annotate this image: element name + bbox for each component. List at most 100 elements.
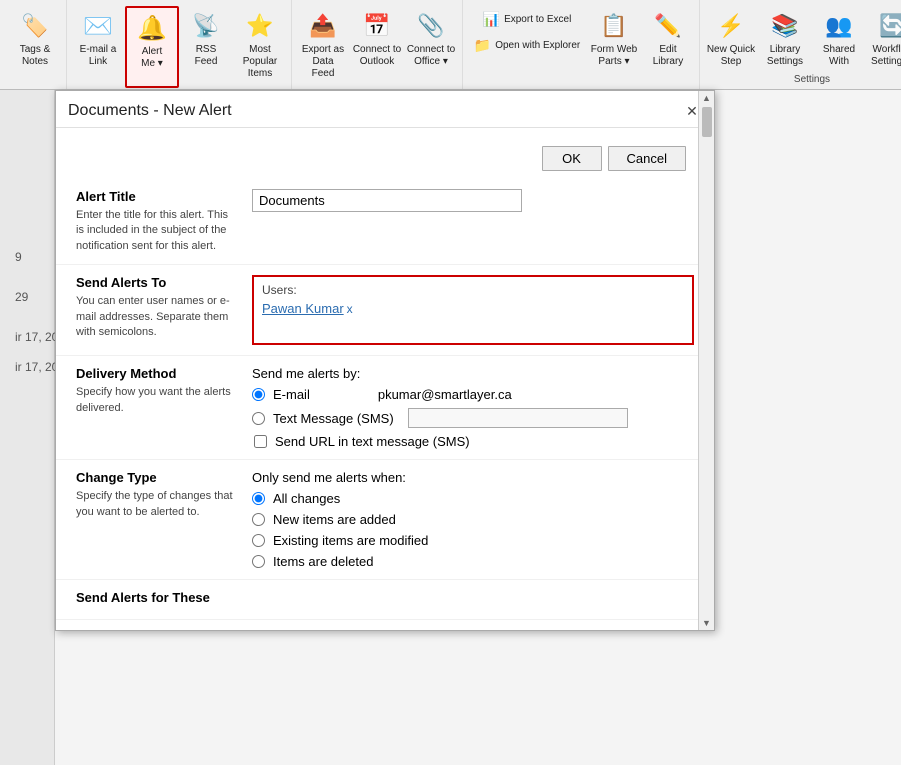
ribbon-group-customize: 📊 Export to Excel 📁 Open with Explorer 📋… <box>463 0 700 89</box>
send-alerts-these-section: Send Alerts for These <box>56 580 714 620</box>
all-changes-row: All changes <box>252 491 694 506</box>
sms-radio-label: Text Message (SMS) <box>273 411 394 426</box>
most-popular-label: Most PopularItems <box>235 44 285 80</box>
connect-office-btn[interactable]: 📎 Connect toOffice ▾ <box>404 6 458 84</box>
cancel-button[interactable]: Cancel <box>608 146 686 171</box>
all-changes-label: All changes <box>273 491 340 506</box>
ok-button[interactable]: OK <box>542 146 602 171</box>
settings-group-label: Settings <box>700 74 901 85</box>
user-name[interactable]: Pawan Kumar <box>262 301 344 316</box>
modal-scrollbar[interactable]: ▲ ▼ <box>698 91 714 630</box>
user-remove-btn[interactable]: x <box>347 302 353 316</box>
existing-modified-row: Existing items are modified <box>252 533 694 548</box>
only-label: Only send me alerts when: <box>252 470 694 485</box>
export-excel-label: Export to Excel <box>504 14 571 25</box>
change-type-content: Only send me alerts when: All changes Ne… <box>236 470 694 569</box>
ribbon-group-manage: ✉️ E-mail aLink 🔔 AlertMe ▾ 📡 RSSFeed ⭐ … <box>67 0 292 89</box>
shared-icon: 👥 <box>823 10 855 42</box>
most-popular-btn[interactable]: ⭐ Most PopularItems <box>233 6 287 96</box>
ribbon: 🏷️ Tags & Notes ✉️ E-mail aLink 🔔 AlertM… <box>0 0 901 90</box>
form-icon: 📋 <box>598 10 630 42</box>
new-items-row: New items are added <box>252 512 694 527</box>
email-option-row: E-mail pkumar@smartlayer.ca <box>252 387 694 402</box>
alert-title-heading: Alert Title <box>76 189 236 204</box>
explorer-icon: 📁 <box>474 37 491 54</box>
bell-icon: 🔔 <box>136 12 168 44</box>
edit-library-btn[interactable]: ✏️ EditLibrary <box>641 6 695 84</box>
send-by-label: Send me alerts by: <box>252 366 694 381</box>
all-changes-radio[interactable] <box>252 492 265 505</box>
send-alerts-these-label-block: Send Alerts for These <box>76 590 236 609</box>
change-type-description: Specify the type of changes that you wan… <box>76 489 236 520</box>
sms-option-row: Text Message (SMS) <box>252 408 694 428</box>
open-explorer-label: Open with Explorer <box>495 40 580 51</box>
open-explorer-btn[interactable]: 📁 Open with Explorer <box>467 32 587 58</box>
workflow-icon: 🔄 <box>877 10 901 42</box>
new-items-label: New items are added <box>273 512 396 527</box>
url-sms-checkbox[interactable] <box>254 435 267 448</box>
alert-title-input[interactable] <box>252 189 522 212</box>
delivery-content: Send me alerts by: E-mail pkumar@smartla… <box>236 366 694 449</box>
library-settings-btn[interactable]: 📚 LibrarySettings <box>758 6 812 84</box>
email-address: pkumar@smartlayer.ca <box>378 387 512 402</box>
rss-feed-btn[interactable]: 📡 RSSFeed <box>179 6 233 84</box>
sms-radio[interactable] <box>252 412 265 425</box>
scroll-up-btn[interactable]: ▲ <box>702 93 711 103</box>
new-items-radio[interactable] <box>252 513 265 526</box>
connect-outlook-label: Connect toOutlook <box>353 44 401 68</box>
ribbon-group-tags: 🏷️ Tags & Notes <box>4 0 67 89</box>
form-web-parts-btn[interactable]: 📋 Form WebParts ▾ <box>587 6 641 84</box>
sms-input[interactable] <box>408 408 628 428</box>
scroll-down-btn[interactable]: ▼ <box>702 618 711 628</box>
email-link-btn[interactable]: ✉️ E-mail aLink <box>71 6 125 84</box>
bg-number-3: ir 17, 20 <box>15 330 58 344</box>
url-sms-row: Send URL in text message (SMS) <box>252 434 694 449</box>
send-alerts-label-block: Send Alerts To You can enter user names … <box>76 275 236 345</box>
export-data-label: Export as DataFeed <box>298 44 348 80</box>
users-label: Users: <box>262 283 684 297</box>
popular-icon: ⭐ <box>244 10 276 42</box>
modal-title: Documents - New Alert <box>68 102 232 120</box>
quick-step-icon: ⚡ <box>715 10 747 42</box>
items-deleted-label: Items are deleted <box>273 554 373 569</box>
delivery-description: Specify how you want the alerts delivere… <box>76 385 236 416</box>
users-box[interactable]: Users: Pawan Kumar x <box>252 275 694 345</box>
tags-icon: 🏷️ <box>19 10 51 42</box>
delivery-label-block: Delivery Method Specify how you want the… <box>76 366 236 449</box>
excel-icon: 📊 <box>483 11 500 28</box>
existing-modified-radio[interactable] <box>252 534 265 547</box>
connect-outlook-btn[interactable]: 📅 Connect toOutlook <box>350 6 404 84</box>
alert-me-btn[interactable]: 🔔 AlertMe ▾ <box>125 6 179 88</box>
delivery-method-section: Delivery Method Specify how you want the… <box>56 356 714 460</box>
send-alerts-these-heading: Send Alerts for These <box>76 590 236 605</box>
workflow-settings-btn[interactable]: 🔄 WorkflowSettings ▾ <box>866 6 901 84</box>
send-alerts-these-content <box>236 590 694 609</box>
edit-library-label: EditLibrary <box>653 44 684 68</box>
send-alerts-description: You can enter user names or e-mail addre… <box>76 294 236 340</box>
items-deleted-row: Items are deleted <box>252 554 694 569</box>
delivery-radio-group: E-mail pkumar@smartlayer.ca Text Message… <box>252 387 694 449</box>
alert-title-label-block: Alert Title Enter the title for this ale… <box>76 189 236 254</box>
new-quick-step-btn[interactable]: ⚡ New QuickStep <box>704 6 758 84</box>
tags-notes-label: Tags & Notes <box>10 44 60 68</box>
outlook-icon: 📅 <box>361 10 393 42</box>
shared-with-label: SharedWith <box>823 44 855 68</box>
email-radio[interactable] <box>252 388 265 401</box>
url-sms-label: Send URL in text message (SMS) <box>275 434 470 449</box>
send-alerts-heading: Send Alerts To <box>76 275 236 290</box>
email-radio-label: E-mail <box>273 387 310 402</box>
shared-with-btn[interactable]: 👥 SharedWith <box>812 6 866 84</box>
ribbon-group-connect: 📤 Export as DataFeed 📅 Connect toOutlook… <box>292 0 463 89</box>
export-excel-btn[interactable]: 📊 Export to Excel <box>467 6 587 32</box>
items-deleted-radio[interactable] <box>252 555 265 568</box>
office-icon: 📎 <box>415 10 447 42</box>
bg-number-1: 9 <box>15 250 22 264</box>
library-settings-label: LibrarySettings <box>767 44 803 68</box>
alert-title-section: Alert Title Enter the title for this ale… <box>56 179 714 265</box>
tags-notes-btn[interactable]: 🏷️ Tags & Notes <box>8 6 62 84</box>
export-data-btn[interactable]: 📤 Export as DataFeed <box>296 6 350 96</box>
change-type-section: Change Type Specify the type of changes … <box>56 460 714 580</box>
rss-label: RSSFeed <box>195 44 218 68</box>
alert-title-content <box>236 189 694 254</box>
library-icon: 📚 <box>769 10 801 42</box>
